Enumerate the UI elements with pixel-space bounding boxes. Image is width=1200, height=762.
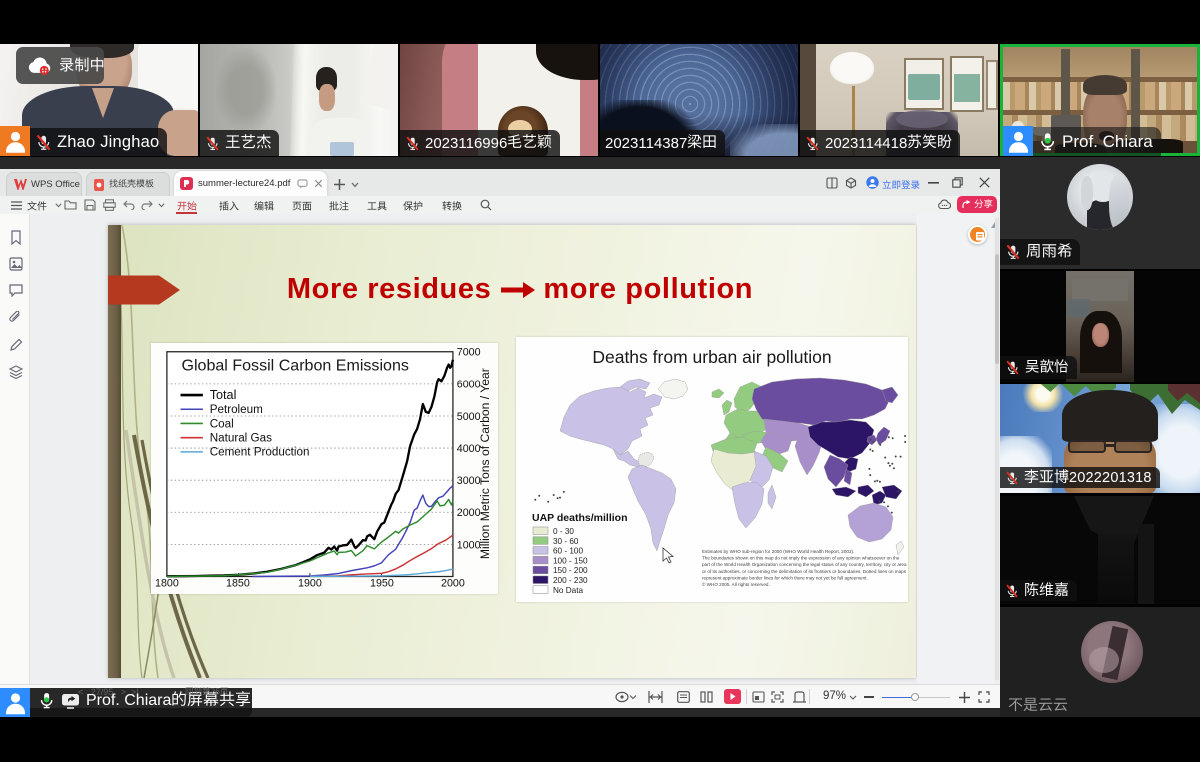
- svg-text:Cement Production: Cement Production: [210, 446, 310, 459]
- svg-text:© WHO 2005. All rights reserve: © WHO 2005. All rights reserved.: [702, 581, 770, 587]
- svg-text:100 - 150: 100 - 150: [553, 556, 588, 565]
- svg-text:200 - 230: 200 - 230: [553, 576, 588, 585]
- svg-text:part of the World Health Organ: part of the World Health Organization co…: [702, 562, 907, 567]
- svg-text:1900: 1900: [298, 578, 322, 590]
- svg-text:Total: Total: [210, 388, 237, 402]
- svg-text:60 - 100: 60 - 100: [553, 547, 583, 556]
- svg-text:1950: 1950: [370, 578, 394, 590]
- svg-text:represent approximate border l: represent approximate border lines for w…: [702, 575, 868, 580]
- svg-text:or of its authorities, or conc: or of its authorities, or concerning the…: [702, 569, 907, 574]
- svg-text:No Data: No Data: [553, 586, 583, 595]
- svg-text:30 - 60: 30 - 60: [553, 537, 579, 546]
- svg-text:Petroleum: Petroleum: [210, 403, 263, 416]
- svg-text:1800: 1800: [155, 578, 179, 590]
- svg-text:0 - 30: 0 - 30: [553, 527, 574, 536]
- svg-text:UAP deaths/million: UAP deaths/million: [532, 512, 628, 524]
- svg-text:Million Metric Tons of Carbon: Million Metric Tons of Carbon / Year: [478, 368, 492, 559]
- svg-text:1850: 1850: [226, 578, 250, 590]
- svg-text:7000: 7000: [457, 347, 481, 359]
- svg-text:Deaths from urban air pollutio: Deaths from urban air pollution: [592, 347, 831, 367]
- svg-text:2000: 2000: [441, 578, 465, 590]
- svg-text:Coal: Coal: [210, 417, 234, 430]
- svg-text:150 - 200: 150 - 200: [553, 566, 588, 575]
- svg-text:Estimates by WHO sub-region fo: Estimates by WHO sub-region for 2000 (WH…: [702, 549, 854, 554]
- svg-text:The boundaries shown on this m: The boundaries shown on this map do not …: [702, 556, 900, 561]
- svg-text:Natural Gas: Natural Gas: [210, 432, 272, 445]
- svg-text:Global Fossil Carbon Emissions: Global Fossil Carbon Emissions: [181, 357, 408, 375]
